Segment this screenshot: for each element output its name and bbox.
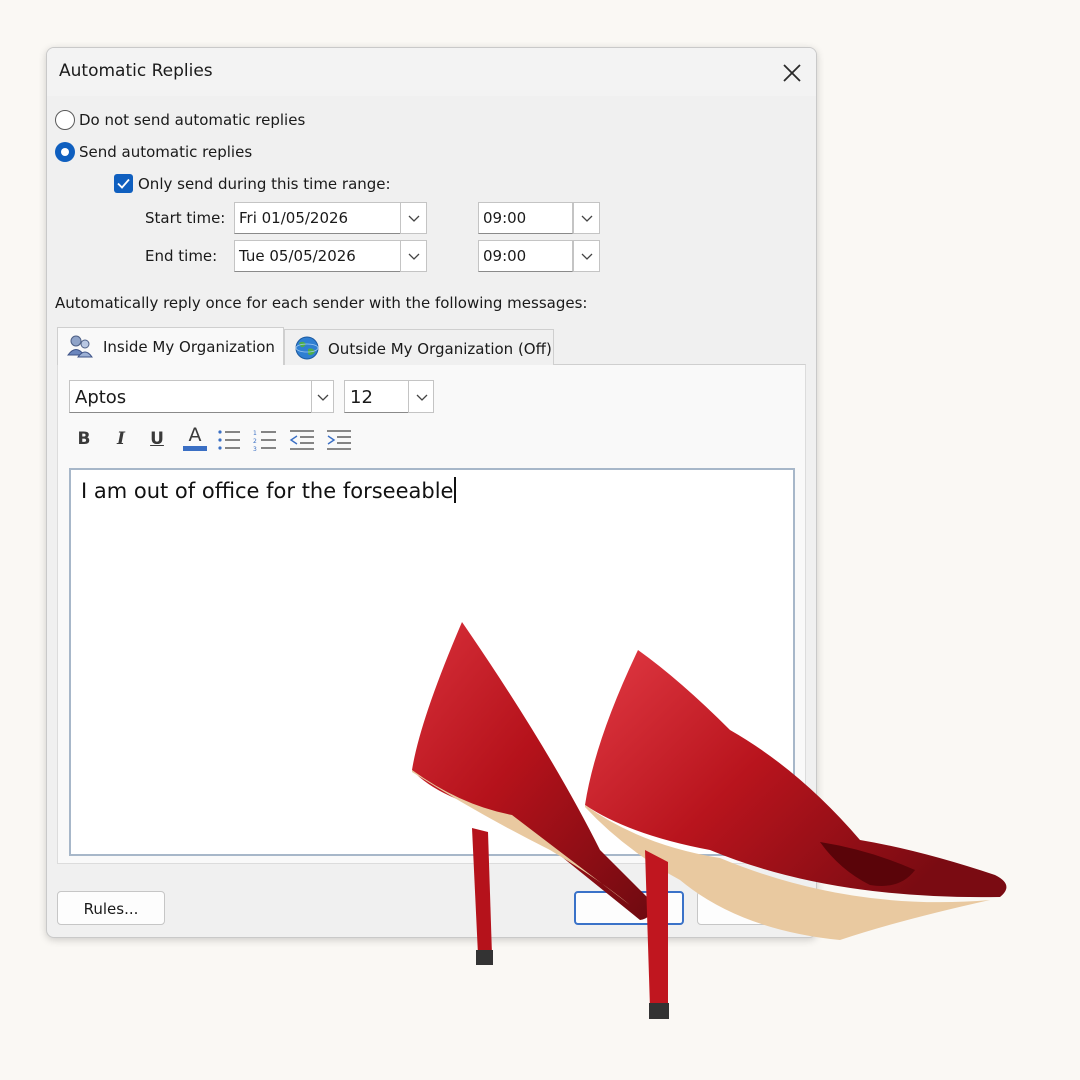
- end-date-value: Tue 05/05/2026: [239, 247, 356, 265]
- font-color-button[interactable]: A: [183, 424, 207, 454]
- start-time-dropdown[interactable]: [573, 202, 600, 234]
- size-value: 12: [350, 387, 373, 408]
- end-date-dropdown[interactable]: [400, 240, 427, 272]
- message-text: I am out of office for the forseeable: [81, 479, 454, 503]
- size-dropdown[interactable]: [408, 380, 434, 413]
- tab-inside-organization[interactable]: Inside My Organization: [57, 327, 284, 365]
- svg-text:2: 2: [253, 438, 257, 445]
- red-heels-image: [412, 622, 1007, 1019]
- chevron-down-icon: [581, 253, 593, 260]
- increase-indent-icon[interactable]: [326, 429, 352, 451]
- rules-button[interactable]: Rules...: [57, 891, 165, 925]
- end-date-field[interactable]: Tue 05/05/2026: [234, 240, 401, 272]
- tab-outside-organization[interactable]: Outside My Organization (Off): [284, 329, 554, 365]
- globe-icon: [295, 336, 319, 360]
- svg-text:1: 1: [253, 430, 257, 437]
- start-time-value: 09:00: [483, 209, 527, 227]
- start-date-dropdown[interactable]: [400, 202, 427, 234]
- tab-inside-label: Inside My Organization: [103, 338, 275, 356]
- font-value: Aptos: [75, 387, 127, 408]
- chevron-down-icon: [408, 215, 420, 222]
- chevron-down-icon: [317, 394, 329, 401]
- text-caret: [454, 477, 456, 503]
- close-button[interactable]: [774, 57, 808, 87]
- tab-outside-label: Outside My Organization (Off): [328, 340, 552, 358]
- start-date-value: Fri 01/05/2026: [239, 209, 349, 227]
- people-icon: [67, 335, 93, 358]
- font-dropdown[interactable]: [311, 380, 334, 413]
- bullet-list-icon[interactable]: [217, 429, 241, 451]
- size-select[interactable]: 12: [344, 380, 409, 413]
- chevron-down-icon: [408, 253, 420, 260]
- time-range-label[interactable]: Only send during this time range:: [138, 175, 391, 193]
- svg-text:3: 3: [253, 446, 257, 451]
- bold-button[interactable]: B: [72, 427, 96, 451]
- chevron-down-icon: [416, 394, 428, 401]
- close-icon: [783, 64, 801, 82]
- no-reply-label[interactable]: Do not send automatic replies: [79, 111, 305, 129]
- checkmark-icon: [117, 178, 130, 189]
- start-time-label: Start time:: [145, 209, 226, 227]
- time-range-checkbox[interactable]: [114, 174, 133, 193]
- chevron-down-icon: [581, 215, 593, 222]
- font-color-bar: [183, 446, 207, 451]
- end-time-label: End time:: [145, 247, 218, 265]
- start-time-field[interactable]: 09:00: [478, 202, 573, 234]
- font-select[interactable]: Aptos: [69, 380, 312, 413]
- rules-button-label: Rules...: [83, 900, 139, 918]
- message-text-line: I am out of office for the forseeable: [81, 477, 456, 503]
- numbered-list-icon[interactable]: 1 2 3: [253, 429, 277, 451]
- instructions-text: Automatically reply once for each sender…: [55, 294, 588, 312]
- send-replies-radio[interactable]: [55, 142, 75, 162]
- title-bar: Automatic Replies: [47, 48, 816, 96]
- end-time-dropdown[interactable]: [573, 240, 600, 272]
- end-time-field[interactable]: 09:00: [478, 240, 573, 272]
- underline-button[interactable]: U: [145, 427, 169, 451]
- right-shoe: [585, 650, 1007, 1019]
- start-date-field[interactable]: Fri 01/05/2026: [234, 202, 401, 234]
- end-time-value: 09:00: [483, 247, 527, 265]
- italic-button[interactable]: I: [109, 427, 133, 451]
- send-replies-label[interactable]: Send automatic replies: [79, 143, 252, 161]
- dialog-title: Automatic Replies: [59, 61, 213, 81]
- decrease-indent-icon[interactable]: [289, 429, 315, 451]
- font-color-glyph: A: [188, 424, 202, 446]
- no-reply-radio[interactable]: [55, 110, 75, 130]
